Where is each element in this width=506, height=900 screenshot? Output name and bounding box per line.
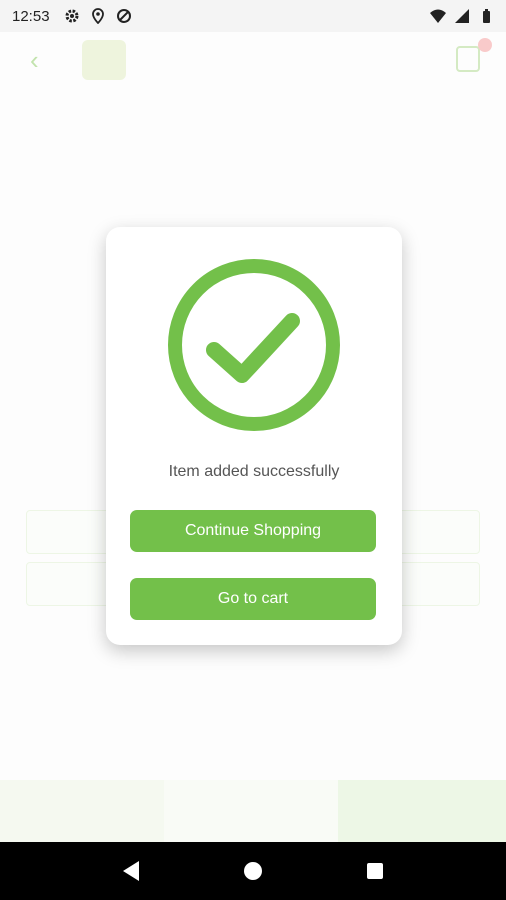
- status-bar: 12:53: [0, 0, 506, 32]
- home-circle-icon[interactable]: [243, 862, 262, 880]
- status-time: 12:53: [12, 7, 50, 25]
- battery-icon: [483, 9, 490, 23]
- continue-shopping-button[interactable]: Continue Shopping: [130, 510, 376, 552]
- back-triangle-icon[interactable]: [122, 861, 139, 881]
- status-icons-right: [430, 8, 494, 24]
- gear-icon: [65, 9, 79, 23]
- data-saver-icon: [116, 9, 131, 23]
- signal-icon: [455, 9, 469, 23]
- wifi-icon: [430, 9, 446, 23]
- status-icons-left: [64, 8, 132, 24]
- check-circle-icon: [168, 259, 340, 431]
- success-message: Item added successfully: [168, 463, 340, 480]
- location-icon: [91, 8, 104, 24]
- go-to-cart-button[interactable]: Go to cart: [130, 578, 376, 620]
- system-nav-bar: [0, 842, 506, 900]
- recent-apps-square-icon[interactable]: [367, 863, 384, 879]
- success-dialog: Item added successfully Continue Shoppin…: [106, 227, 402, 645]
